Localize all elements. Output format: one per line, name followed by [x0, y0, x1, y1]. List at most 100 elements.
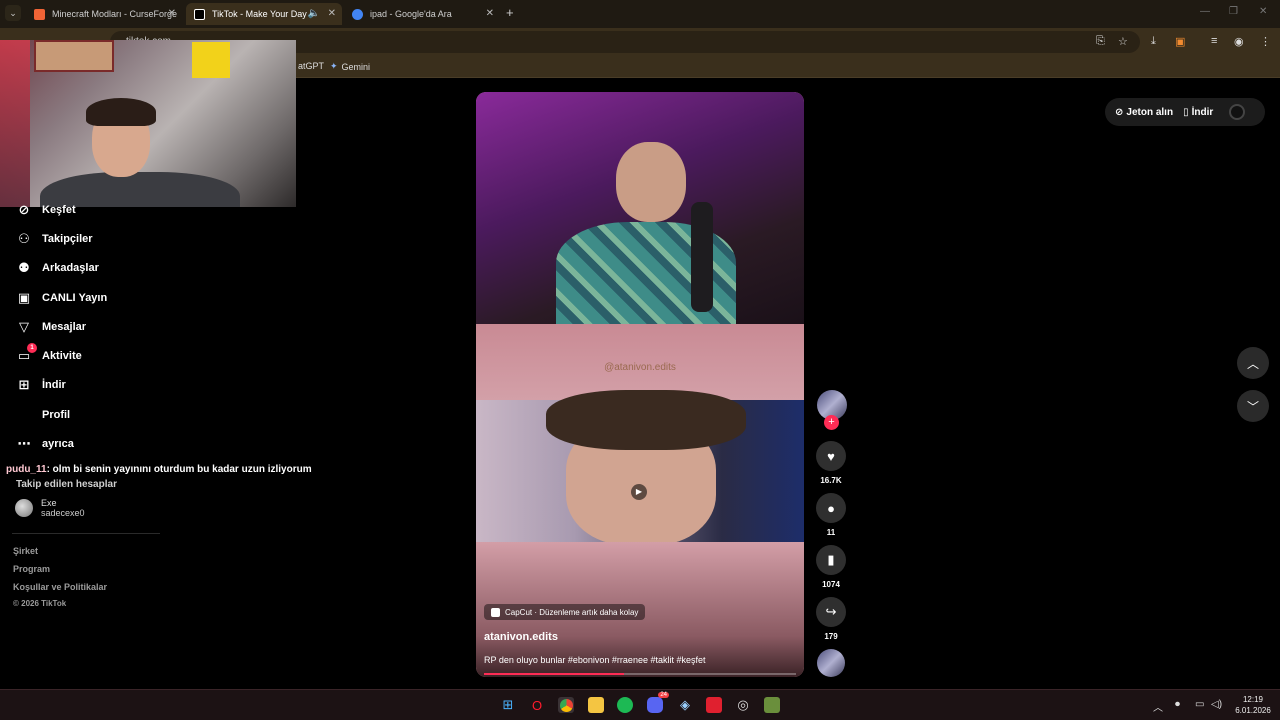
new-tab-icon[interactable]: +	[506, 5, 514, 20]
footer-link-company[interactable]: Şirket	[13, 546, 38, 556]
get-coins-label: Jeton alın	[1126, 106, 1174, 118]
sidebar-item-aktivite[interactable]: ▭ 1 Aktivite	[16, 343, 82, 368]
share-icon[interactable]: ↪	[816, 597, 846, 627]
system-clock[interactable]: 12:19 6.01.2026	[1233, 694, 1273, 716]
chat-username: pudu_11	[6, 464, 47, 475]
chat-text: : olm bi senin yayınını oturdum bu kadar…	[46, 464, 312, 475]
minecraft-icon[interactable]	[764, 697, 780, 713]
video-person2-hair	[546, 390, 746, 450]
star-icon[interactable]: ☆	[1118, 35, 1128, 48]
app-red-icon[interactable]	[706, 697, 722, 713]
bookmark-chatgpt[interactable]: atGPT	[298, 61, 324, 71]
video-progress-bar[interactable]	[484, 673, 796, 675]
next-video-chevron-down-icon[interactable]: ﹀	[1237, 390, 1269, 422]
play-icon[interactable]: ▶	[631, 484, 647, 500]
sidebar-item-profil[interactable]: Profil	[16, 403, 70, 427]
webcam-overlay	[0, 40, 296, 207]
video-top-frame	[476, 92, 804, 324]
display-icon[interactable]: ▭	[1195, 699, 1204, 710]
comment-icon[interactable]: ●	[816, 493, 846, 523]
sidebar-item-mesajlar[interactable]: ▽ Mesajlar	[16, 315, 86, 339]
minimize-icon[interactable]: —	[1200, 6, 1210, 17]
close-tab-icon[interactable]: ✕	[168, 8, 176, 19]
opera-icon[interactable]: O	[529, 697, 545, 713]
tab-google[interactable]: ipad - Google'da Ara ✕	[344, 3, 500, 25]
file-explorer-icon[interactable]	[588, 697, 604, 713]
like-heart-icon[interactable]: ♥	[816, 441, 846, 471]
tab-search-icon[interactable]: ⌄	[5, 5, 21, 21]
sidebar-item-label: Keşfet	[42, 204, 76, 216]
account-name: Exe	[41, 498, 57, 508]
video-microphone	[691, 202, 713, 312]
copyright: © 2026 TikTok	[13, 599, 67, 608]
tab-curseforge[interactable]: Minecraft Modları - CurseForge ✕	[26, 3, 182, 25]
chrome-icon[interactable]	[558, 697, 574, 713]
microphone-icon[interactable]: ⏺	[1175, 699, 1180, 710]
send-icon: ▽	[19, 319, 29, 334]
led-light	[0, 40, 30, 207]
wall-frame	[34, 40, 114, 72]
discord-icon[interactable]: 24	[647, 692, 669, 713]
windows-taskbar: ⊞ O 24 ◈ ◎ ︿ ⏺ ▭ ◁) 12:19 6.01.2026	[0, 689, 1280, 720]
reading-list-icon[interactable]: ≡	[1211, 35, 1217, 47]
followed-account[interactable]: Exe sadecexe0	[15, 498, 85, 518]
obs-icon[interactable]: ◎	[735, 697, 751, 713]
translate-icon[interactable]: ▣	[1175, 35, 1185, 48]
video-author[interactable]: atanivon.edits	[484, 631, 558, 643]
download-icon[interactable]: ⤓	[1151, 35, 1156, 48]
download-plus-icon: ⊞	[18, 377, 30, 392]
profile-icon-placeholder	[16, 407, 32, 423]
speaker-icon[interactable]: 🔈	[308, 8, 320, 19]
get-coins-button[interactable]: ⊘ Jeton alın	[1115, 107, 1173, 118]
sidebar-item-indir[interactable]: ⊞ İndir	[16, 373, 66, 397]
sidebar-item-canli[interactable]: ▣ CANLI Yayın	[16, 286, 107, 310]
notification-badge: 1	[27, 343, 37, 353]
capcut-tag[interactable]: CapCut · Düzenleme artık daha kolay	[484, 604, 646, 620]
video-player[interactable]: @atanivon.edits ▶ CapCut · Düzenleme art…	[476, 92, 804, 677]
profile-avatar-icon[interactable]: ◉	[1234, 35, 1244, 48]
install-app-icon[interactable]: ⎘	[1096, 35, 1105, 48]
previous-video-chevron-up-icon[interactable]: ︿	[1237, 347, 1269, 379]
sidebar-item-label: Profil	[42, 409, 71, 421]
tab-title: Minecraft Modları - CurseForge	[52, 9, 178, 19]
close-tab-icon[interactable]: ✕	[486, 8, 494, 19]
sound-disc-icon[interactable]	[817, 649, 845, 677]
tab-title: TikTok - Make Your Day	[212, 9, 307, 19]
footer-link-program[interactable]: Program	[13, 564, 50, 574]
follow-plus-icon[interactable]: +	[824, 415, 839, 430]
speaker-icon[interactable]: ◁)	[1211, 699, 1222, 710]
account-username: sadecexe0	[41, 508, 85, 518]
close-window-icon[interactable]: ✕	[1259, 6, 1267, 17]
more-icon: ⋯	[17, 436, 31, 451]
discord-badge: 24	[658, 692, 669, 698]
bookmark-icon[interactable]: ▮	[816, 545, 846, 575]
tiktok-favicon-icon	[194, 8, 205, 20]
download-app-button[interactable]: ▯ İndir	[1183, 107, 1213, 118]
spotify-icon[interactable]	[617, 697, 633, 713]
video-watermark: @atanivon.edits	[604, 362, 676, 373]
sidebar-item-kesfet[interactable]: ⊘ Keşfet	[16, 198, 76, 222]
sidebar-item-arkadaslar[interactable]: ⚉ Arkadaşlar	[16, 256, 99, 280]
steam-icon[interactable]: ◈	[677, 697, 693, 713]
sidebar-item-ayrica[interactable]: ⋯ ayrıca	[16, 432, 74, 456]
gemini-sparkle-icon: ✦	[330, 61, 338, 71]
sidebar-item-takipciler[interactable]: ⚇ Takipçiler	[16, 227, 92, 251]
activity-icon: ▭ 1	[16, 343, 37, 364]
live-tv-icon: ▣	[17, 290, 31, 305]
menu-kebab-icon[interactable]: ⋮	[1260, 35, 1271, 48]
close-tab-icon[interactable]: ✕	[328, 8, 336, 19]
follow-user-icon: ⚇	[18, 231, 30, 246]
like-count: 16.7K	[820, 476, 842, 485]
restore-icon[interactable]: ❐	[1229, 6, 1238, 17]
windows-start-icon[interactable]: ⊞	[500, 697, 516, 713]
video-person-face	[616, 142, 686, 222]
video-middle-frame: ▶	[476, 390, 804, 545]
sidebar-item-label: İndir	[42, 379, 66, 391]
clock-date: 6.01.2026	[1235, 706, 1271, 715]
footer-link-terms[interactable]: Koşullar ve Politikalar	[13, 582, 107, 592]
tray-chevron-up-icon[interactable]: ︿	[1153, 699, 1163, 714]
bookmark-gemini[interactable]: ✦ Gemini	[330, 61, 370, 72]
avatar[interactable]	[1229, 104, 1246, 120]
tab-tiktok[interactable]: TikTok - Make Your Day 🔈 ✕	[186, 3, 342, 25]
download-app-label: İndir	[1191, 106, 1214, 118]
